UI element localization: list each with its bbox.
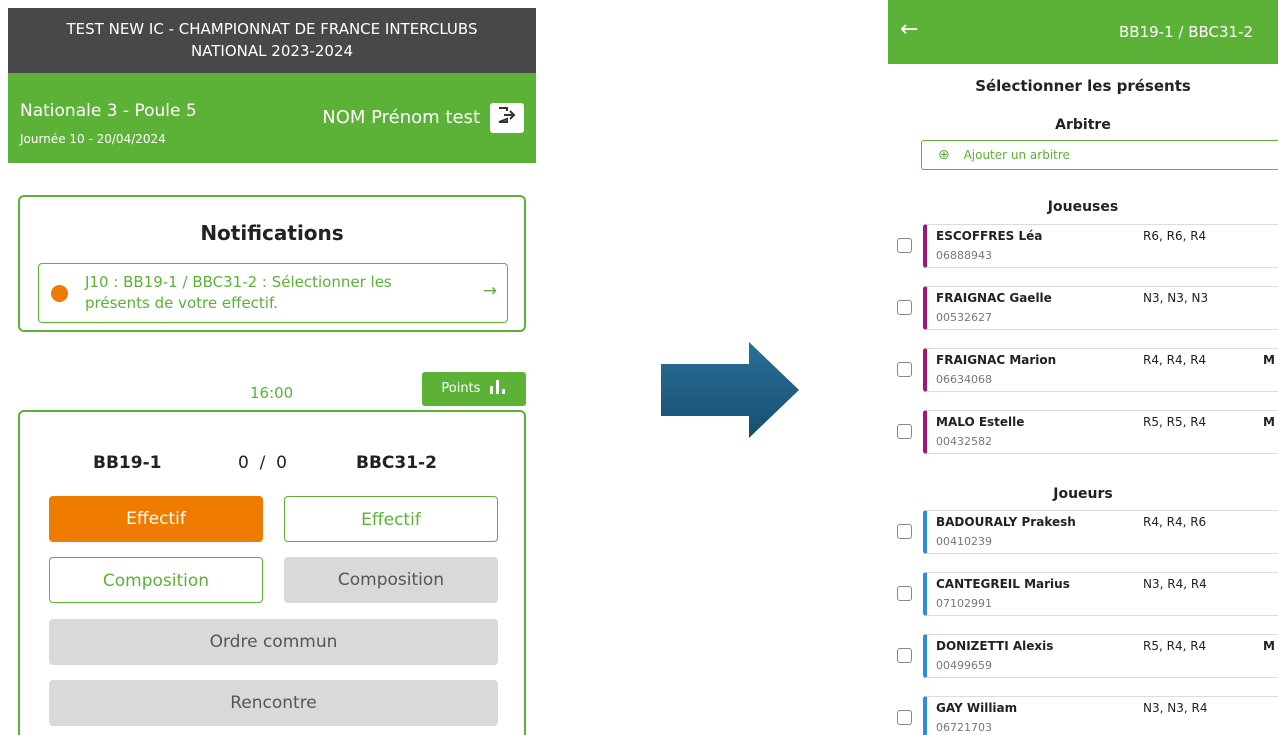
division-header: Nationale 3 - Poule 5 Journée 10 - 20/04… [8,73,536,163]
present-checkbox[interactable] [897,710,912,725]
player-license: 00532627 [936,311,992,324]
player-name: FRAIGNAC Marion [936,353,1057,367]
composition-home-button[interactable]: Composition [49,557,263,603]
notification-item[interactable]: J10 : BB19-1 / BBC31-2 : Sélectionner le… [38,263,508,323]
player-row[interactable]: FRAIGNAC Gaelle 00532627 N3, N3, N3 [897,286,1278,330]
player-row[interactable]: FRAIGNAC Marion 06634068 R4, R4, R4 M [897,348,1278,392]
player-flag: M [1263,415,1275,429]
logout-button[interactable] [490,103,524,133]
player-row[interactable]: CANTEGREIL Marius 07102991 N3, R4, R4 [897,572,1278,616]
effectif-away-button[interactable]: Effectif [284,496,498,542]
left-screen: TEST NEW IC - CHAMPIONNAT DE FRANCE INTE… [8,8,536,735]
player-flag: M [1263,353,1275,367]
player-name: MALO Estelle [936,415,1025,429]
add-arbitre-label: Ajouter un arbitre [963,148,1070,162]
player-name: BADOURALY Prakesh [936,515,1076,529]
notification-text: J10 : BB19-1 / BBC31-2 : Sélectionner le… [85,272,465,314]
notification-line-1: J10 : BB19-1 / BBC31-2 : Sélectionner le… [85,273,392,291]
points-button[interactable]: Points [422,372,526,406]
player-ranks: R4, R4, R6 [1143,515,1207,529]
division-name: Nationale 3 - Poule 5 [20,101,197,121]
joueuses-heading: Joueuses [1047,199,1119,215]
composition-away-button[interactable]: Composition [284,557,498,603]
player-ranks: R4, R4, R4 [1143,353,1207,367]
bar-chart-icon [489,380,505,394]
rencontre-button[interactable]: Rencontre [49,680,498,726]
journee-date: Journée 10 - 20/04/2024 [20,132,166,146]
present-checkbox[interactable] [897,648,912,663]
player-name: DONIZETTI Alexis [936,639,1054,653]
present-checkbox[interactable] [897,524,912,539]
notifications-card: Notifications J10 : BB19-1 / BBC31-2 : S… [18,195,526,332]
add-arbitre-button[interactable]: ⊕ Ajouter un arbitre [921,140,1278,170]
points-label: Points [441,381,481,396]
back-arrow-icon[interactable]: ← [900,17,918,42]
player-row[interactable]: MALO Estelle 00432582 R5, R5, R4 M [897,410,1278,454]
player-name: FRAIGNAC Gaelle [936,291,1052,305]
arbitre-heading: Arbitre [1055,117,1111,133]
present-checkbox[interactable] [897,424,912,439]
ordre-commun-button[interactable]: Ordre commun [49,619,498,665]
present-checkbox[interactable] [897,300,912,315]
player-row[interactable]: ESCOFFRES Léa 06888943 R6, R6, R4 [897,224,1278,268]
app-bar: ← BB19-1 / BBC31-2 [888,0,1278,64]
player-ranks: R5, R4, R4 [1143,639,1207,653]
user-name: NOM Prénom test [322,107,480,128]
player-license: 00410239 [936,535,992,548]
transition-arrow-icon [661,342,799,438]
player-license: 06888943 [936,249,992,262]
player-row[interactable]: BADOURALY Prakesh 00410239 R4, R4, R6 [897,510,1278,554]
player-license: 07102991 [936,597,992,610]
player-license: 06721703 [936,721,992,734]
title-line-1: TEST NEW IC - CHAMPIONNAT DE FRANCE INTE… [66,20,478,38]
score: 0 / 0 [238,453,287,473]
team-away: BBC31-2 [356,453,437,473]
player-license: 06634068 [936,373,992,386]
present-checkbox[interactable] [897,362,912,377]
player-row[interactable]: GAY William 06721703 N3, N3, R4 [897,696,1278,735]
match-card: BB19-1 0 / 0 BBC31-2 Effectif Effectif C… [18,410,526,735]
joueurs-heading: Joueurs [1053,486,1113,502]
arrow-right-icon: → [482,281,497,301]
plus-circle-icon: ⊕ [938,147,950,163]
player-ranks: R5, R5, R4 [1143,415,1207,429]
effectif-home-button[interactable]: Effectif [49,496,263,542]
player-name: GAY William [936,701,1018,715]
player-name: CANTEGREIL Marius [936,577,1070,591]
player-ranks: N3, N3, R4 [1143,701,1208,715]
page-heading: Sélectionner les présents [975,77,1191,95]
player-ranks: N3, N3, N3 [1143,291,1209,305]
right-screen: ← BB19-1 / BBC31-2 Sélectionner les prés… [888,0,1278,735]
player-row[interactable]: DONIZETTI Alexis 00499659 R5, R4, R4 M [897,634,1278,678]
notification-line-2: présents de votre effectif. [85,294,278,312]
player-ranks: N3, R4, R4 [1143,577,1207,591]
player-flag: M [1263,639,1275,653]
notifications-title: Notifications [200,221,344,245]
title-line-2: NATIONAL 2023-2024 [190,42,354,60]
player-ranks: R6, R6, R4 [1143,229,1207,243]
player-license: 00432582 [936,435,992,448]
present-checkbox[interactable] [897,238,912,253]
match-time: 16:00 [250,384,294,402]
present-checkbox[interactable] [897,586,912,601]
player-license: 00499659 [936,659,992,672]
team-home: BB19-1 [93,453,162,473]
player-name: ESCOFFRES Léa [936,229,1043,243]
championship-title: TEST NEW IC - CHAMPIONNAT DE FRANCE INTE… [8,8,536,73]
unread-dot-icon [51,285,68,302]
logout-icon [498,107,516,123]
match-title: BB19-1 / BBC31-2 [1119,23,1254,41]
